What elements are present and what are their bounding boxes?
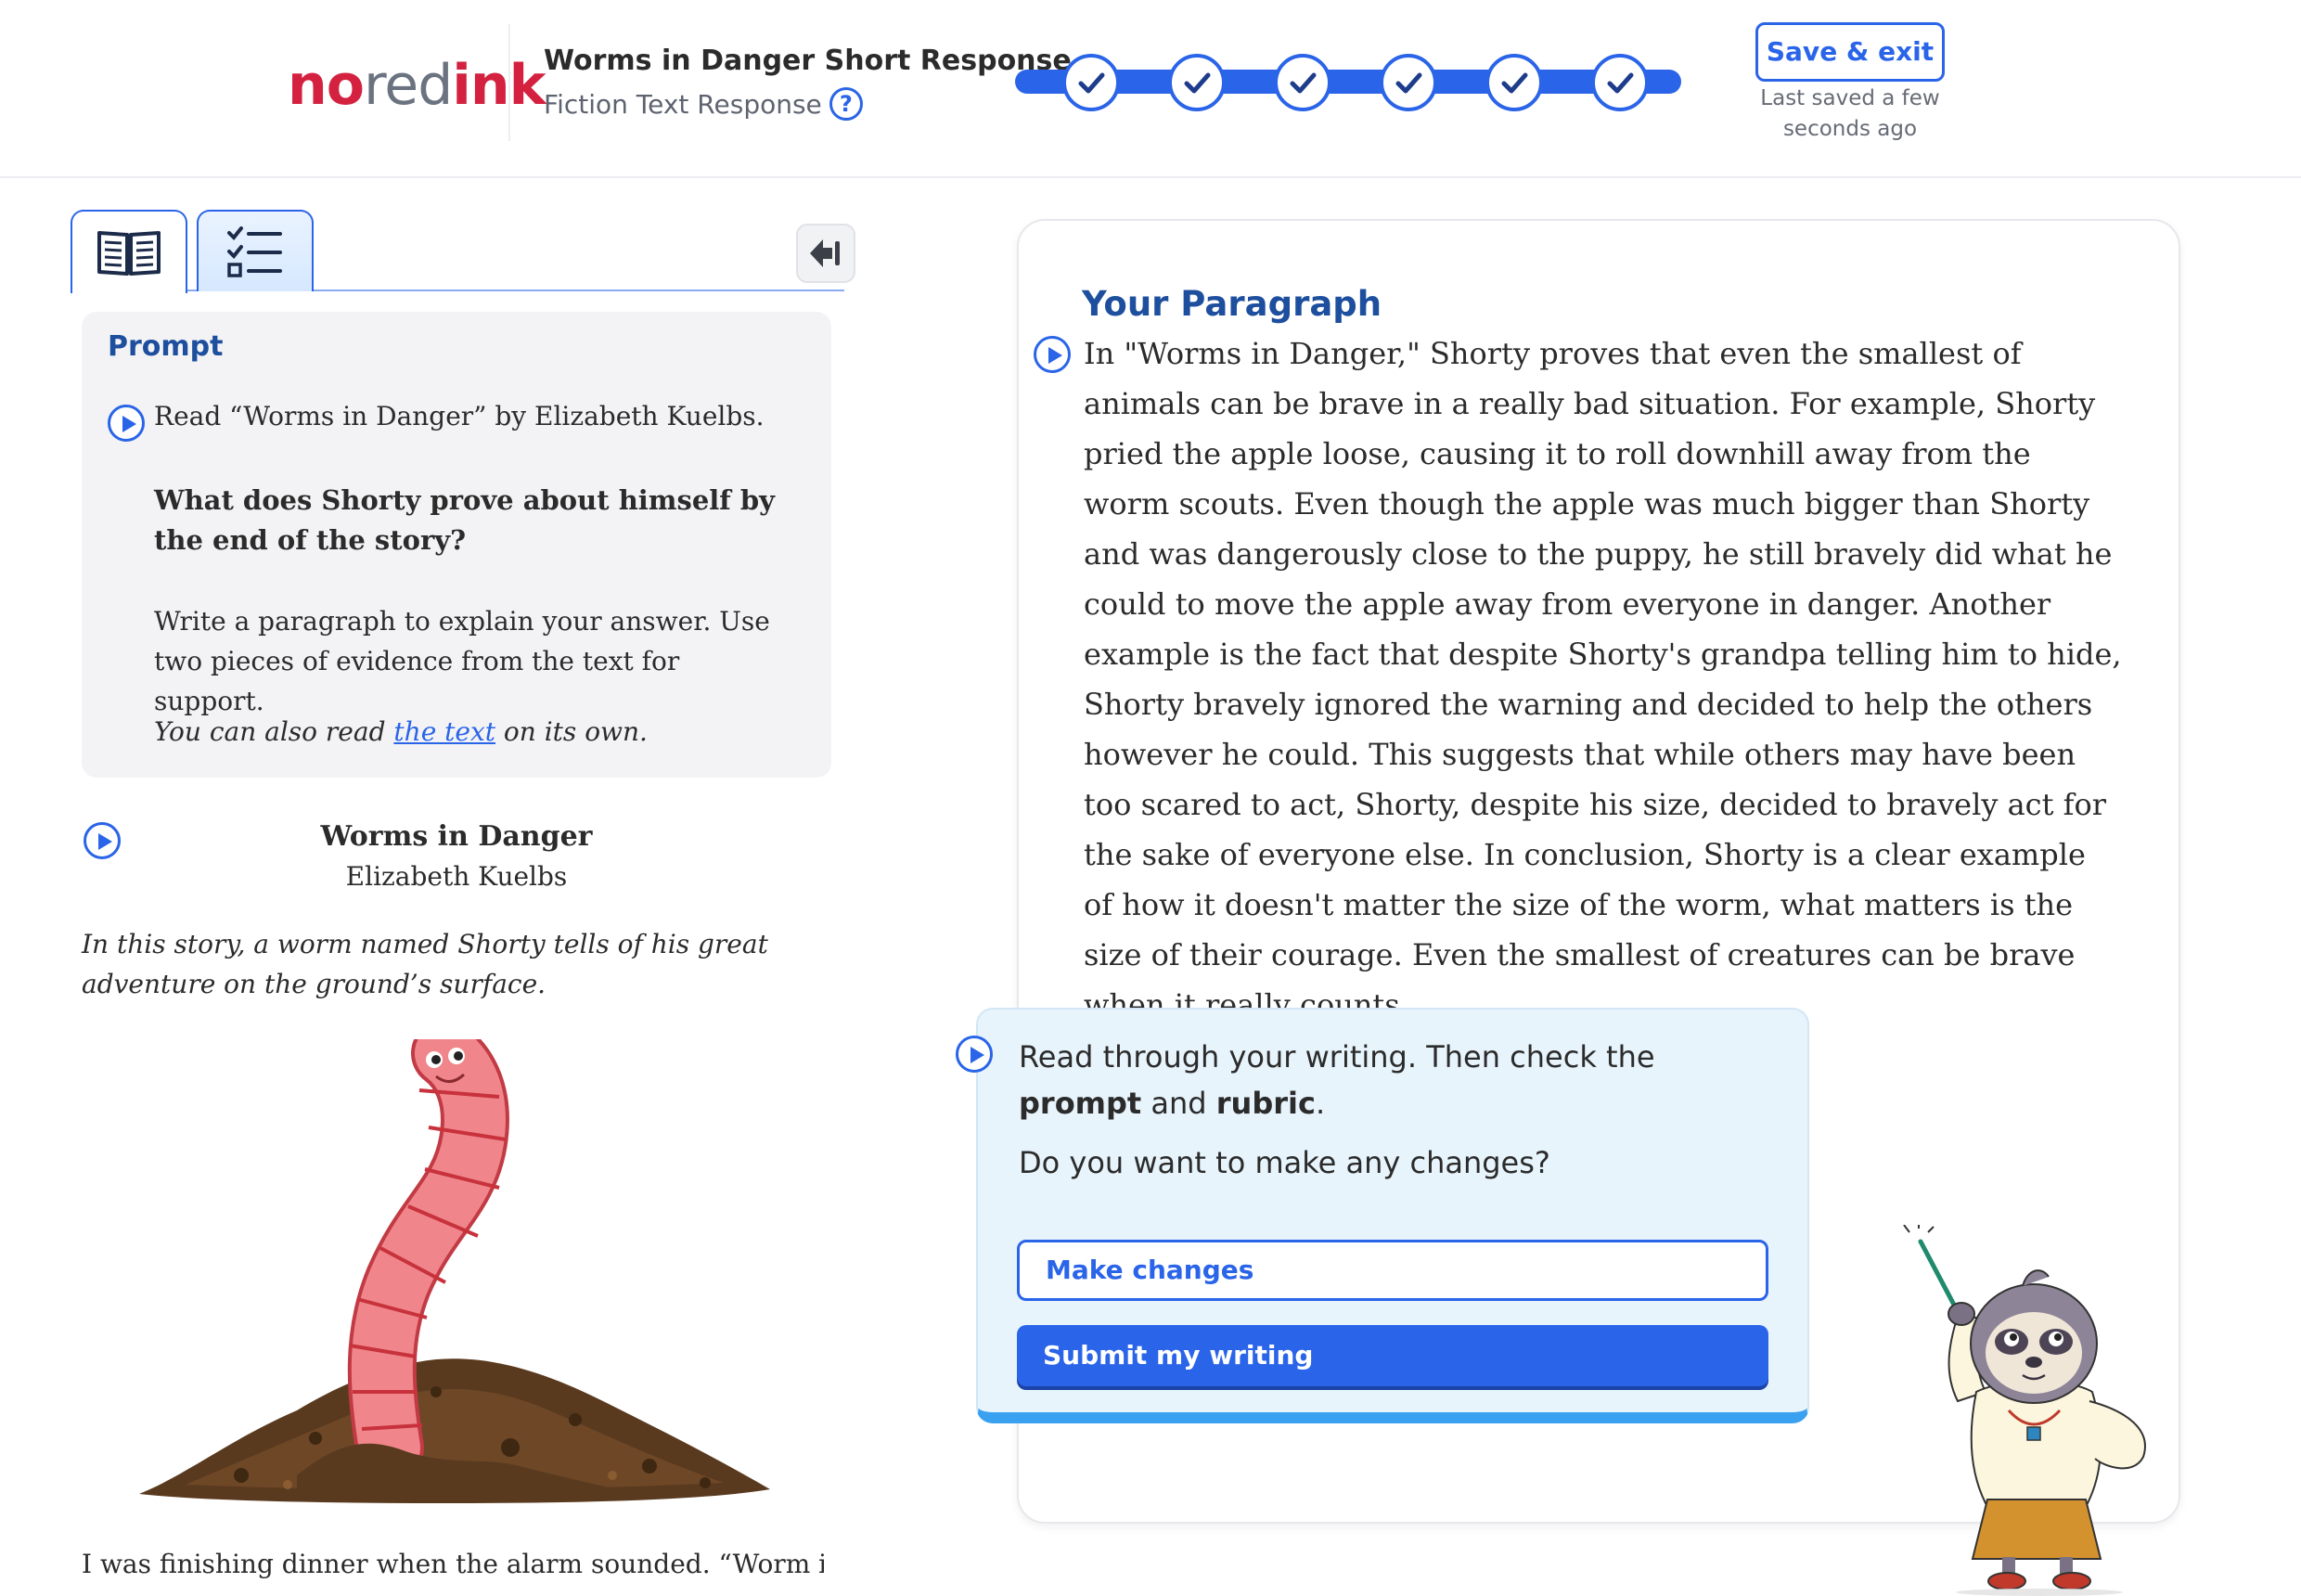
progress-step-2 (1168, 54, 1226, 111)
checkmark-icon (1184, 72, 1211, 94)
submit-writing-button[interactable]: Submit my writing (1017, 1325, 1768, 1386)
play-audio-icon[interactable] (108, 405, 145, 442)
checkmark-icon (1078, 72, 1105, 94)
logo-part-red: red (363, 53, 453, 118)
collapse-panel-icon (810, 239, 840, 267)
prompt-question: What does Shorty prove about himself by … (154, 484, 775, 556)
panel-tabs (71, 210, 844, 293)
student-paragraph: In "Worms in Danger," Shorty proves that… (1084, 336, 2122, 1023)
tab-rubric[interactable] (197, 210, 314, 291)
collapse-panel-button[interactable] (796, 224, 855, 283)
guidance-text-2: and (1141, 1086, 1216, 1121)
prompt-also-read: You can also read the text on its own. (154, 716, 648, 747)
prompt-box: Prompt Read “Worms in Danger” by Elizabe… (82, 312, 831, 778)
the-text-link[interactable]: the text (393, 716, 495, 747)
play-story-audio-icon[interactable] (84, 822, 121, 859)
save-exit-button[interactable]: Save & exit (1755, 22, 1945, 82)
progress-step-4 (1380, 54, 1437, 111)
header-divider (508, 24, 510, 141)
logo-part-no: no (288, 53, 365, 118)
play-guidance-icon[interactable] (956, 1036, 993, 1073)
last-saved-status: Last saved a few seconds ago (1760, 86, 1940, 141)
assignment-title: Worms in Danger Short Response (544, 45, 1072, 77)
story-intro: In this story, a worm named Shorty tells… (82, 929, 768, 999)
question-icon[interactable]: ? (829, 87, 863, 121)
prompt-read-instruction: Read “Worms in Danger” by Elizabeth Kuel… (154, 401, 765, 431)
checkmark-icon (1501, 72, 1528, 94)
book-icon (97, 231, 161, 276)
guidance-text-1: Read through your writing. Then check th… (1019, 1039, 1655, 1075)
noredink-logo[interactable]: noredink (288, 48, 546, 122)
play-paragraph-icon[interactable] (1034, 336, 1071, 373)
also-read-after: on its own. (495, 716, 648, 747)
guidance-rubric-word: rubric (1215, 1086, 1316, 1121)
top-header: noredink Worms in Danger Short Response … (0, 0, 2301, 178)
prompt-label: Prompt (108, 330, 224, 363)
assignment-type: Fiction Text Response (544, 88, 822, 120)
guidance-question: Do you want to make any changes? (1019, 1145, 1550, 1180)
checklist-icon (227, 226, 282, 277)
progress-step-1 (1062, 54, 1120, 111)
guidance-prompt-word: prompt (1019, 1086, 1142, 1121)
worm-illustration (139, 1039, 770, 1503)
story-title: Worms in Danger (320, 820, 593, 853)
prompt-instructions: Write a paragraph to explain your answer… (154, 606, 770, 716)
sloth-teacher-illustration (1903, 1225, 2146, 1596)
assignment-subtitle: Fiction Text Response ? (544, 87, 863, 121)
checkmark-icon (1290, 72, 1317, 94)
guidance-text-3: . (1315, 1086, 1326, 1121)
make-changes-button[interactable]: Make changes (1017, 1240, 1768, 1301)
also-read-before: You can also read (154, 716, 394, 747)
checkmark-icon (1607, 72, 1634, 94)
progress-step-3 (1274, 54, 1331, 111)
tab-text[interactable] (71, 210, 187, 293)
progress-step-6 (1591, 54, 1649, 111)
paragraph-heading: Your Paragraph (1082, 284, 1382, 324)
logo-part-ink: ink (452, 53, 546, 118)
checkmark-icon (1395, 72, 1422, 94)
progress-bar (1015, 54, 1681, 111)
story-author: Elizabeth Kuelbs (345, 861, 568, 892)
guidance-instruction: Read through your writing. Then check th… (1019, 1034, 1780, 1126)
story-body-text: I was finishing dinner when the alarm so… (82, 1549, 824, 1579)
progress-step-5 (1485, 54, 1543, 111)
